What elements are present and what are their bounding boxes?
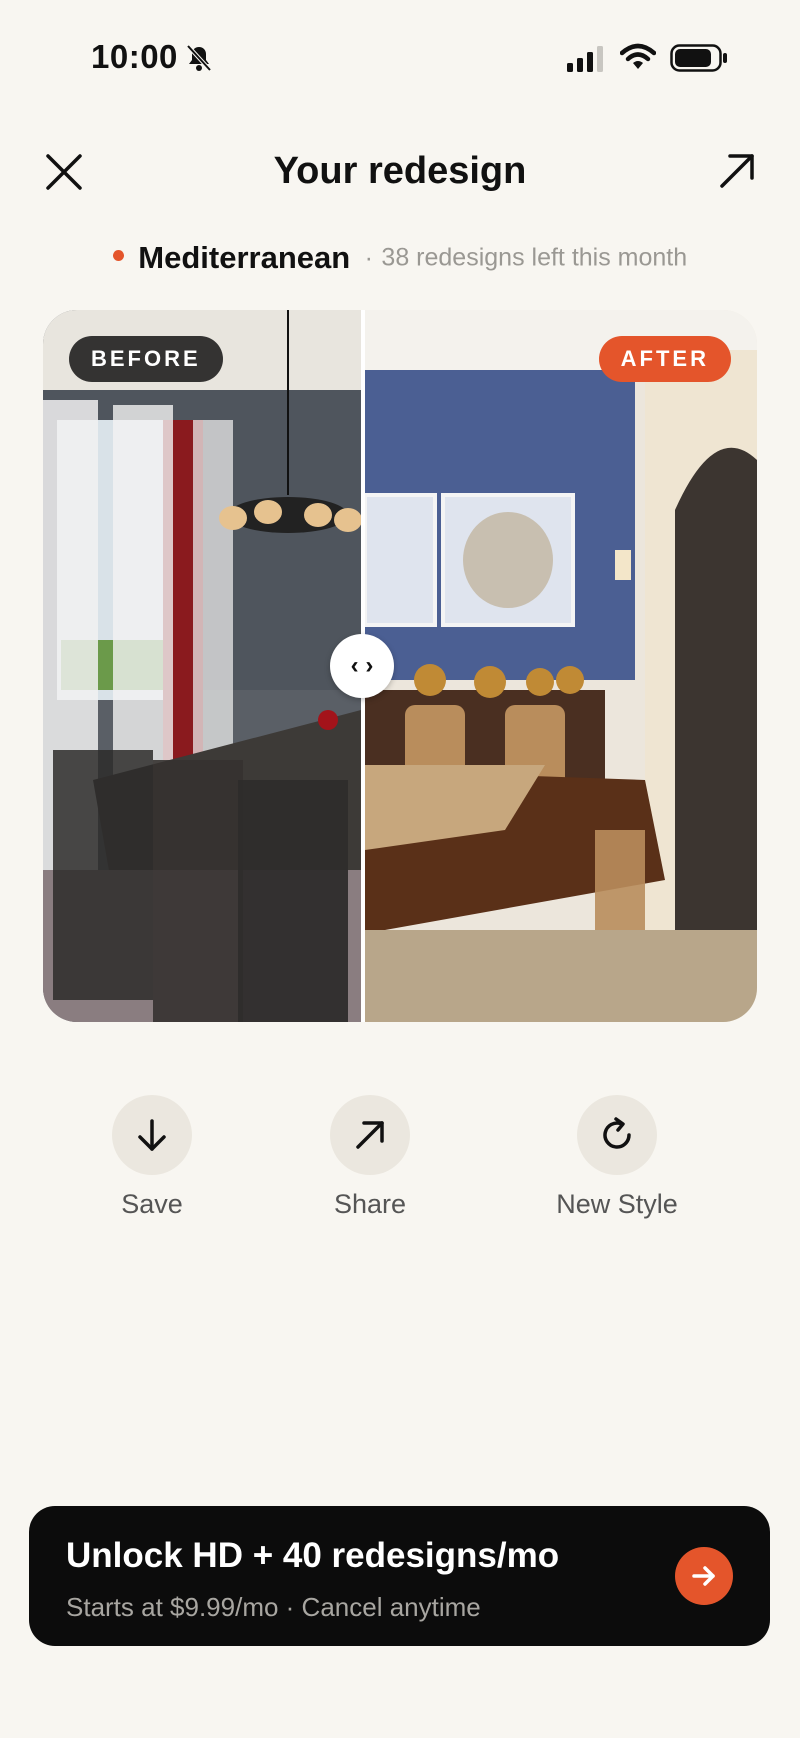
share-button[interactable]: Share <box>280 1095 460 1220</box>
before-photo <box>43 310 361 1022</box>
header: Your redesign <box>0 130 800 210</box>
page-title: Your redesign <box>273 150 527 192</box>
arrow-right-icon <box>692 1566 715 1586</box>
before-after-compare[interactable]: ‹ › BEFORE AFTER <box>43 310 757 1022</box>
style-info: Mediterranean · 38 redesigns left this m… <box>0 240 800 276</box>
share-button-circle <box>330 1095 410 1175</box>
after-photo <box>365 310 757 1022</box>
new-style-label: New Style <box>556 1189 678 1219</box>
save-label: Save <box>121 1189 183 1219</box>
style-dot-icon <box>112 249 124 261</box>
compare-slider-handle[interactable]: ‹ › <box>330 634 394 698</box>
share-arrow-icon <box>356 1121 384 1149</box>
new-style-button[interactable]: New Style <box>527 1095 707 1220</box>
redesigns-remaining: 38 redesigns left this month <box>381 243 688 272</box>
battery-icon <box>670 44 727 72</box>
silent-bell-icon <box>186 44 212 72</box>
download-icon <box>138 1119 166 1151</box>
wifi-icon <box>620 43 656 69</box>
upgrade-banner[interactable]: Unlock HD + 40 redesigns/mo Starts at $9… <box>29 1506 770 1646</box>
style-separator: · <box>364 243 373 272</box>
expand-arrow-icon[interactable] <box>714 146 758 194</box>
status-bar: 10:00 <box>0 0 800 110</box>
new-style-button-circle <box>577 1095 657 1175</box>
cellular-signal-icon <box>567 46 603 72</box>
after-badge: AFTER <box>598 336 731 382</box>
status-time: 10:00 <box>91 38 178 75</box>
save-button-circle <box>112 1095 192 1175</box>
share-label: Share <box>333 1189 407 1219</box>
upgrade-subtitle: Starts at $9.99/mo · Cancel anytime <box>66 1592 481 1622</box>
before-badge: BEFORE <box>69 336 223 382</box>
style-name: Mediterranean <box>138 240 351 275</box>
upgrade-arrow-button[interactable] <box>675 1547 733 1605</box>
upgrade-title: Unlock HD + 40 redesigns/mo <box>66 1536 560 1575</box>
save-button[interactable]: Save <box>62 1095 242 1220</box>
refresh-icon <box>603 1117 631 1149</box>
